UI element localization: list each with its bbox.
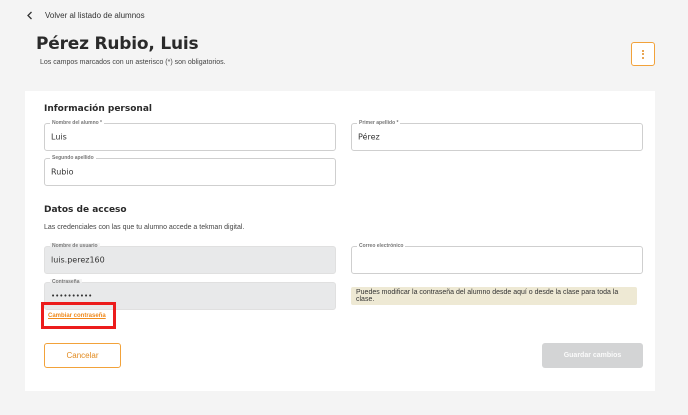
email-field[interactable]: Correo electrónico — [351, 243, 643, 274]
username-field: Nombre de usuario luis.perez160 — [44, 243, 336, 274]
last-name-1-value: Pérez — [358, 132, 380, 142]
section-title-personal: Información personal — [44, 104, 152, 114]
page-subtitle: Los campos marcados con un asterisco (*)… — [40, 59, 226, 66]
username-value: luis.perez160 — [51, 255, 105, 265]
last-name-1-field[interactable]: Primer apellido * Pérez — [351, 120, 643, 151]
password-label: Contraseña — [50, 279, 82, 286]
last-name-2-label: Segundo apellido — [50, 155, 96, 162]
first-name-label: Nombre del alumno * — [50, 120, 105, 127]
page-title: Pérez Rubio, Luis — [36, 34, 199, 54]
cancel-button[interactable]: Cancelar — [44, 343, 121, 368]
username-label: Nombre de usuario — [50, 243, 100, 250]
more-options-button[interactable] — [631, 42, 655, 66]
kebab-menu-icon — [642, 49, 644, 59]
section-title-access: Datos de acceso — [44, 205, 127, 215]
save-changes-button[interactable]: Guardar cambios — [542, 343, 643, 368]
back-link[interactable]: Volver al listado de alumnos — [26, 11, 145, 20]
chevron-left-icon — [27, 11, 32, 20]
email-label: Correo electrónico — [357, 243, 406, 250]
last-name-2-field[interactable]: Segundo apellido Rubio — [44, 155, 336, 186]
last-name-2-value: Rubio — [51, 167, 74, 177]
change-password-link[interactable]: Cambiar contraseña — [48, 313, 106, 319]
first-name-field[interactable]: Nombre del alumno * Luis — [44, 120, 336, 151]
back-link-label: Volver al listado de alumnos — [45, 11, 145, 20]
password-info-note: Puedes modificar la contraseña del alumn… — [351, 287, 637, 305]
password-value: •••••••••• — [51, 292, 93, 300]
last-name-1-label: Primer apellido * — [357, 120, 401, 127]
access-description: Las credenciales con las que tu alumno a… — [44, 224, 245, 231]
first-name-value: Luis — [51, 132, 67, 142]
